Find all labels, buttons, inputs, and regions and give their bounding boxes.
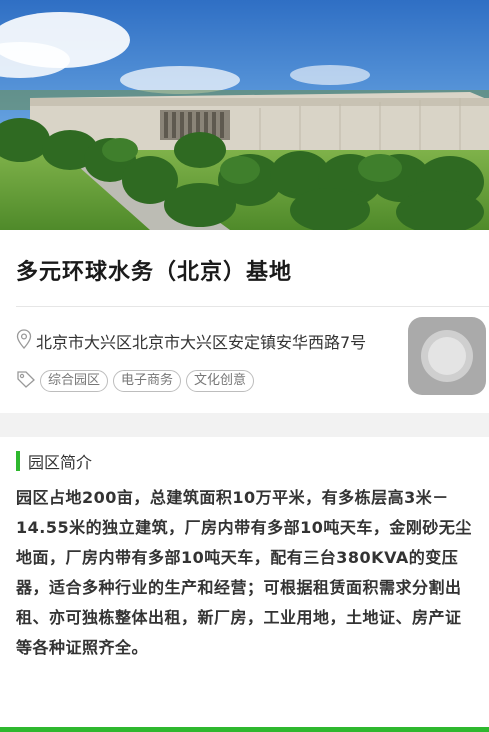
- page-title: 多元环球水务（北京）基地: [16, 260, 293, 285]
- hero-image: [0, 0, 489, 230]
- address-text: 北京市大兴区北京市大兴区安定镇安华西路7号: [36, 333, 367, 352]
- address-row[interactable]: 北京市大兴区北京市大兴区安定镇安华西路7号: [16, 329, 366, 353]
- tag-icon: [16, 370, 36, 392]
- tag-item[interactable]: 综合园区: [40, 370, 109, 392]
- title-section: 多元环球水务（北京）基地: [0, 230, 489, 306]
- tag-item[interactable]: 电子商务: [113, 370, 182, 392]
- section-title: 园区简介: [28, 453, 93, 472]
- intro-description: 园区占地200亩，总建筑面积10万平米，有多栋层高3米－14.55米的独立建筑，…: [16, 488, 472, 657]
- bottom-accent-line: [0, 727, 489, 732]
- section-accent-bar: [16, 451, 20, 471]
- section-header: 园区简介: [16, 449, 92, 473]
- factory-photo: [0, 0, 489, 230]
- intro-section: 园区简介 园区占地200亩，总建筑面积10万平米，有多栋层高3米－14.55米的…: [0, 437, 489, 727]
- section-separator: [0, 413, 489, 437]
- location-pin-icon: [16, 329, 32, 353]
- assistive-touch-center: [428, 337, 466, 375]
- tag-item[interactable]: 文化创意: [186, 370, 255, 392]
- tags-row: 综合园区 电子商务 文化创意: [16, 370, 259, 392]
- assistive-touch-button[interactable]: [408, 317, 486, 395]
